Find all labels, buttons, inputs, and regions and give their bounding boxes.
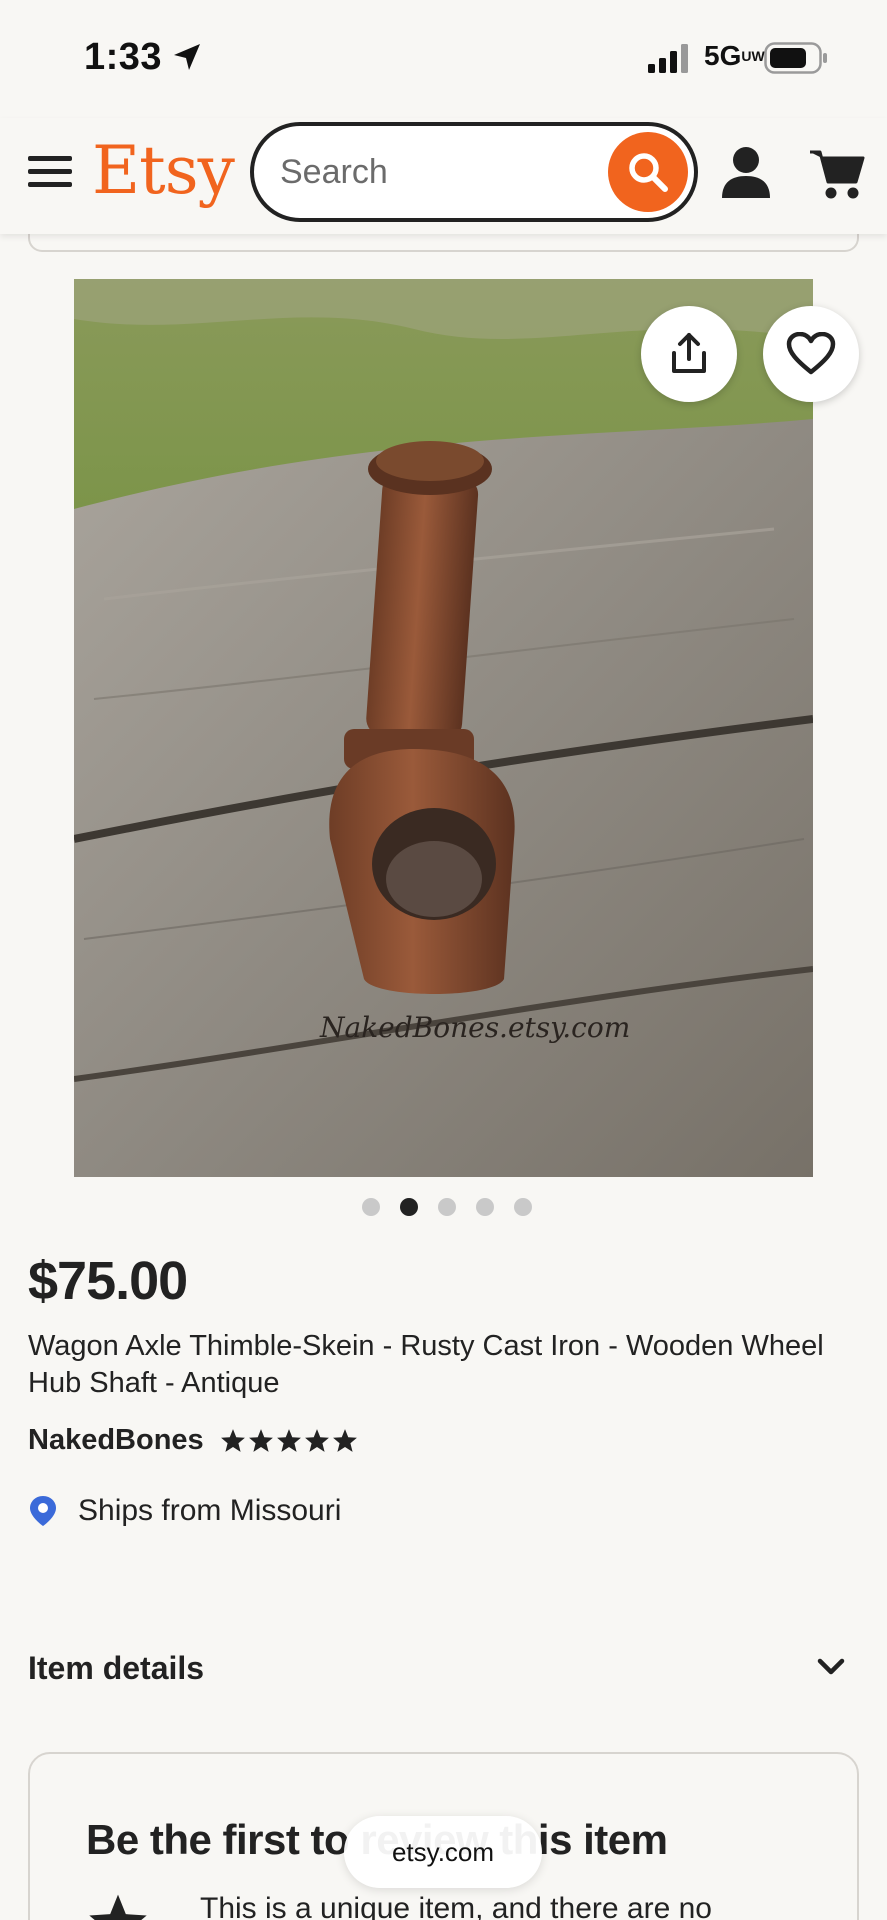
carousel-dot[interactable] bbox=[362, 1198, 380, 1216]
etsy-logo[interactable]: Etsy bbox=[92, 132, 235, 209]
search-button[interactable] bbox=[608, 132, 688, 212]
star-icon bbox=[220, 1429, 245, 1452]
account-icon[interactable] bbox=[718, 144, 774, 200]
favorite-button[interactable] bbox=[763, 306, 859, 402]
item-details-label: Item details bbox=[28, 1650, 205, 1686]
star-icon bbox=[304, 1429, 329, 1452]
item-details-toggle[interactable]: Item details bbox=[28, 1648, 859, 1692]
chevron-down-icon bbox=[817, 1658, 845, 1675]
browser-url: etsy.com bbox=[391, 1836, 495, 1867]
share-icon bbox=[672, 333, 706, 373]
ships-from-text: Ships from Missouri bbox=[78, 1494, 342, 1527]
carousel-dot[interactable] bbox=[438, 1198, 456, 1216]
star-icon bbox=[89, 1894, 147, 1920]
shop-name[interactable]: NakedBones bbox=[28, 1424, 204, 1457]
hamburger-menu-icon[interactable] bbox=[26, 152, 74, 192]
carousel-dot[interactable] bbox=[476, 1198, 494, 1216]
product-title: Wagon Axle Thimble-Skein - Rusty Cast Ir… bbox=[28, 1330, 824, 1399]
cellular-signal-icon bbox=[648, 44, 688, 73]
product-price: $75.00 bbox=[28, 1251, 188, 1311]
carousel-dot[interactable] bbox=[400, 1198, 418, 1216]
star-icon bbox=[248, 1429, 273, 1452]
search-input[interactable] bbox=[280, 148, 580, 196]
star-icon bbox=[276, 1429, 301, 1452]
star-icon bbox=[332, 1429, 357, 1452]
status-time: 1:33 bbox=[84, 36, 163, 78]
location-arrow-icon bbox=[174, 44, 200, 70]
site-header: Etsy bbox=[0, 118, 887, 234]
location-pin-icon bbox=[30, 1496, 56, 1526]
rating-stars bbox=[220, 1428, 358, 1453]
product-image[interactable]: NakedBones.etsy.com bbox=[74, 279, 813, 1177]
status-bar: 1:33 5GUW bbox=[0, 0, 887, 118]
browser-url-bar[interactable]: etsy.com bbox=[344, 1816, 542, 1888]
network-type: 5GUW bbox=[704, 40, 765, 71]
carousel-dot[interactable] bbox=[514, 1198, 532, 1216]
search-bar[interactable] bbox=[250, 122, 698, 222]
shipping-info: Ships from Missouri bbox=[28, 1494, 341, 1528]
cart-icon[interactable] bbox=[808, 146, 866, 202]
review-card-text: This is a unique item, and there are no bbox=[200, 1892, 712, 1920]
battery-icon bbox=[764, 42, 827, 74]
heart-icon bbox=[786, 332, 836, 375]
image-watermark: NakedBones.etsy.com bbox=[320, 1011, 631, 1044]
shop-row[interactable]: NakedBones bbox=[28, 1424, 358, 1457]
image-carousel-dots[interactable] bbox=[362, 1198, 532, 1216]
search-icon bbox=[629, 153, 668, 192]
share-button[interactable] bbox=[641, 306, 737, 402]
